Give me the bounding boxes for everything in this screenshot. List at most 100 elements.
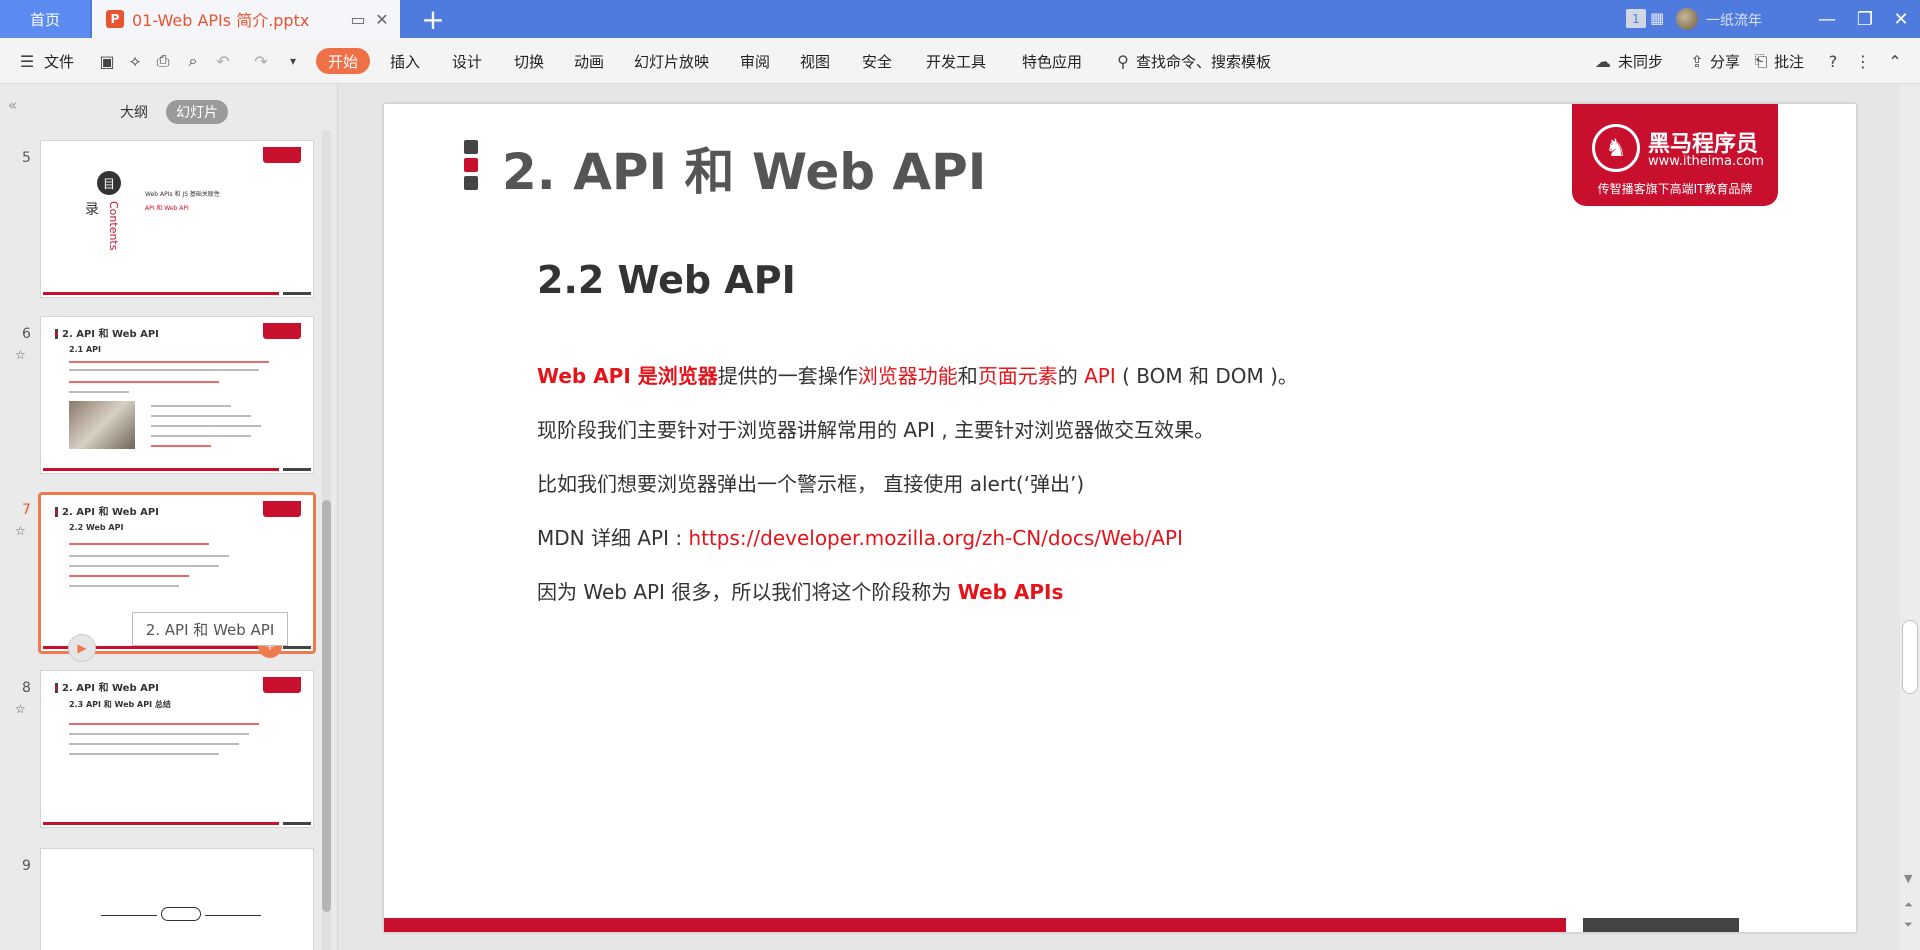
grid-icon[interactable]: ▦ bbox=[1650, 9, 1664, 27]
file-menu[interactable]: 文件 bbox=[44, 49, 74, 73]
divider bbox=[101, 915, 157, 916]
share-button[interactable]: 分享 bbox=[1710, 49, 1740, 73]
collapse-ribbon-icon[interactable]: ⌃ bbox=[1884, 50, 1906, 72]
directory-char: 录 bbox=[85, 202, 99, 218]
tab-slides[interactable]: 幻灯片 bbox=[166, 100, 228, 124]
document-title: 01-Web APIs 简介.pptx bbox=[132, 11, 310, 30]
tab-transition[interactable]: 切换 bbox=[514, 49, 544, 73]
footer-bar bbox=[43, 822, 279, 825]
tab-home-ribbon[interactable]: 开始 bbox=[316, 48, 371, 74]
text-line bbox=[69, 391, 129, 393]
text-line bbox=[69, 585, 179, 587]
text-line bbox=[69, 743, 239, 745]
scroll-down-icon[interactable]: ▼ bbox=[1904, 872, 1912, 885]
collapse-panel-icon[interactable]: « bbox=[8, 96, 17, 114]
undo-icon[interactable]: ↶ bbox=[212, 50, 234, 72]
page-down-icon[interactable]: ⏷ bbox=[1904, 918, 1913, 932]
tab-design[interactable]: 设计 bbox=[452, 49, 482, 73]
footer-bar bbox=[283, 292, 311, 295]
slide-number: 6 bbox=[22, 326, 31, 342]
slide-number: 7 bbox=[22, 502, 31, 518]
paragraph-1: Web API 是浏览器提供的一套操作浏览器功能和页面元素的 API ( BOM… bbox=[537, 364, 1298, 388]
thumb-image bbox=[69, 401, 135, 449]
close-tab-icon[interactable]: ✕ bbox=[372, 9, 392, 29]
monitor-icon[interactable]: ▭ bbox=[348, 9, 368, 29]
share-icon[interactable]: ⇪ bbox=[1686, 50, 1708, 72]
thumb-title: 2. API 和 Web API bbox=[55, 503, 159, 518]
username[interactable]: 一纸流年 bbox=[1706, 10, 1762, 30]
section-heading: 2.2 Web API bbox=[537, 258, 796, 302]
restore-icon[interactable]: ❐ bbox=[1850, 6, 1880, 32]
slide[interactable]: 2. API 和 Web API ♞ 黑马程序员 www.itheima.com… bbox=[384, 104, 1856, 932]
tab-slideshow[interactable]: 幻灯片放映 bbox=[634, 49, 709, 73]
slide-title: 2. API 和 Web API bbox=[502, 143, 987, 201]
close-window-icon[interactable]: ✕ bbox=[1886, 6, 1916, 32]
window-count-badge[interactable]: 1 bbox=[1626, 9, 1646, 28]
tab-animation[interactable]: 动画 bbox=[574, 49, 604, 73]
redo-icon[interactable]: ↷ bbox=[250, 50, 272, 72]
horse-logo-icon: ♞ bbox=[1592, 124, 1640, 172]
comment-icon[interactable]: ⎗ bbox=[1750, 50, 1772, 72]
title-bar: 首页 P 01-Web APIs 简介.pptx ▭ ✕ + 1 ▦ 一纸流年 … bbox=[0, 0, 1920, 38]
ribbon-toolbar: ☰ 文件 ▣ ⟡ ⎙ ⌕ ↶ ↷ ▾ 开始 插入 设计 切换 动画 幻灯片放映 … bbox=[0, 38, 1920, 84]
text-line bbox=[151, 435, 251, 437]
command-search[interactable]: 查找命令、搜索模板 bbox=[1136, 49, 1271, 73]
cloud-sync-icon[interactable]: ☁ bbox=[1592, 50, 1614, 72]
animation-star-icon: ☆ bbox=[15, 702, 26, 716]
canvas-scrollbar-thumb[interactable] bbox=[1902, 620, 1918, 694]
help-icon[interactable]: ? bbox=[1822, 50, 1844, 72]
comment-button[interactable]: 批注 bbox=[1774, 49, 1804, 73]
divider bbox=[205, 915, 261, 916]
text-line bbox=[69, 575, 189, 577]
paragraph-5: 因为 Web API 很多，所以我们将这个阶段称为 Web APIs bbox=[537, 580, 1064, 604]
menu-icon[interactable]: ☰ bbox=[16, 50, 38, 72]
minimize-icon[interactable]: — bbox=[1812, 6, 1842, 32]
play-icon[interactable]: ▶ bbox=[68, 634, 96, 662]
text-line bbox=[151, 405, 231, 407]
ppt-file-icon: P bbox=[106, 10, 124, 28]
more-icon[interactable]: ⋮ bbox=[1852, 50, 1874, 72]
slide-thumbnail-5[interactable]: 目 录 Contents Web APIs 和 JS 基础关联性 API 和 W… bbox=[40, 140, 314, 298]
logo-url: www.itheima.com bbox=[1648, 154, 1764, 169]
tab-security[interactable]: 安全 bbox=[862, 49, 892, 73]
tab-features[interactable]: 特色应用 bbox=[1022, 49, 1082, 73]
animation-star-icon: ☆ bbox=[15, 524, 26, 538]
save-icon[interactable]: ▣ bbox=[96, 50, 118, 72]
brand-logo: ♞ 黑马程序员 www.itheima.com 传智播客旗下高端IT教育品牌 bbox=[1572, 104, 1778, 206]
print-icon[interactable]: ⎙ bbox=[152, 50, 174, 72]
contents-label: Contents bbox=[107, 201, 120, 251]
new-tab-button[interactable]: + bbox=[418, 2, 448, 36]
tab-view[interactable]: 视图 bbox=[800, 49, 830, 73]
avatar[interactable] bbox=[1676, 8, 1698, 30]
toc-item: Web APIs 和 JS 基础关联性 bbox=[145, 191, 220, 198]
paragraph-2: 现阶段我们主要针对于浏览器讲解常用的 API , 主要针对浏览器做交互效果。 bbox=[537, 418, 1215, 442]
tab-outline[interactable]: 大纲 bbox=[110, 100, 158, 124]
canvas-scrollbar-track[interactable] bbox=[1900, 84, 1920, 950]
text-line bbox=[69, 369, 259, 371]
footer-bar bbox=[283, 646, 311, 649]
tab-devtools[interactable]: 开发工具 bbox=[926, 49, 986, 73]
tab-insert[interactable]: 插入 bbox=[390, 49, 420, 73]
mdn-link[interactable]: https://developer.mozilla.org/zh-CN/docs… bbox=[688, 526, 1183, 550]
more-dropdown-icon[interactable]: ▾ bbox=[282, 50, 304, 72]
panel-scrollbar-thumb[interactable] bbox=[322, 500, 331, 912]
logo-tagline: 传智播客旗下高端IT教育品牌 bbox=[1597, 182, 1753, 196]
slide-number: 8 bbox=[22, 680, 31, 696]
page-up-icon[interactable]: ⏶ bbox=[1904, 898, 1913, 912]
slide-thumbnail-6[interactable]: 2. API 和 Web API 2.1 API bbox=[40, 316, 314, 474]
sync-status[interactable]: 未同步 bbox=[1618, 49, 1663, 73]
text-line bbox=[69, 565, 219, 567]
slide-thumbnail-9[interactable] bbox=[40, 848, 314, 950]
paragraph-3: 比如我们想要浏览器弹出一个警示框， 直接使用 alert(‘弹出’) bbox=[537, 472, 1085, 496]
tab-document[interactable]: P 01-Web APIs 简介.pptx ▭ ✕ bbox=[92, 0, 400, 38]
text-line bbox=[69, 733, 249, 735]
footer-bar bbox=[43, 292, 279, 295]
tab-review[interactable]: 审阅 bbox=[740, 49, 770, 73]
print-preview-icon[interactable]: ⌕ bbox=[182, 50, 204, 72]
tab-home[interactable]: 首页 bbox=[0, 0, 90, 38]
footer-bar bbox=[1583, 918, 1739, 932]
search-icon[interactable]: ⚲ bbox=[1112, 50, 1134, 72]
format-painter-icon[interactable]: ⟡ bbox=[124, 50, 146, 72]
footer-bar bbox=[384, 918, 1566, 932]
slide-thumbnail-8[interactable]: 2. API 和 Web API 2.3 API 和 Web API 总结 bbox=[40, 670, 314, 828]
